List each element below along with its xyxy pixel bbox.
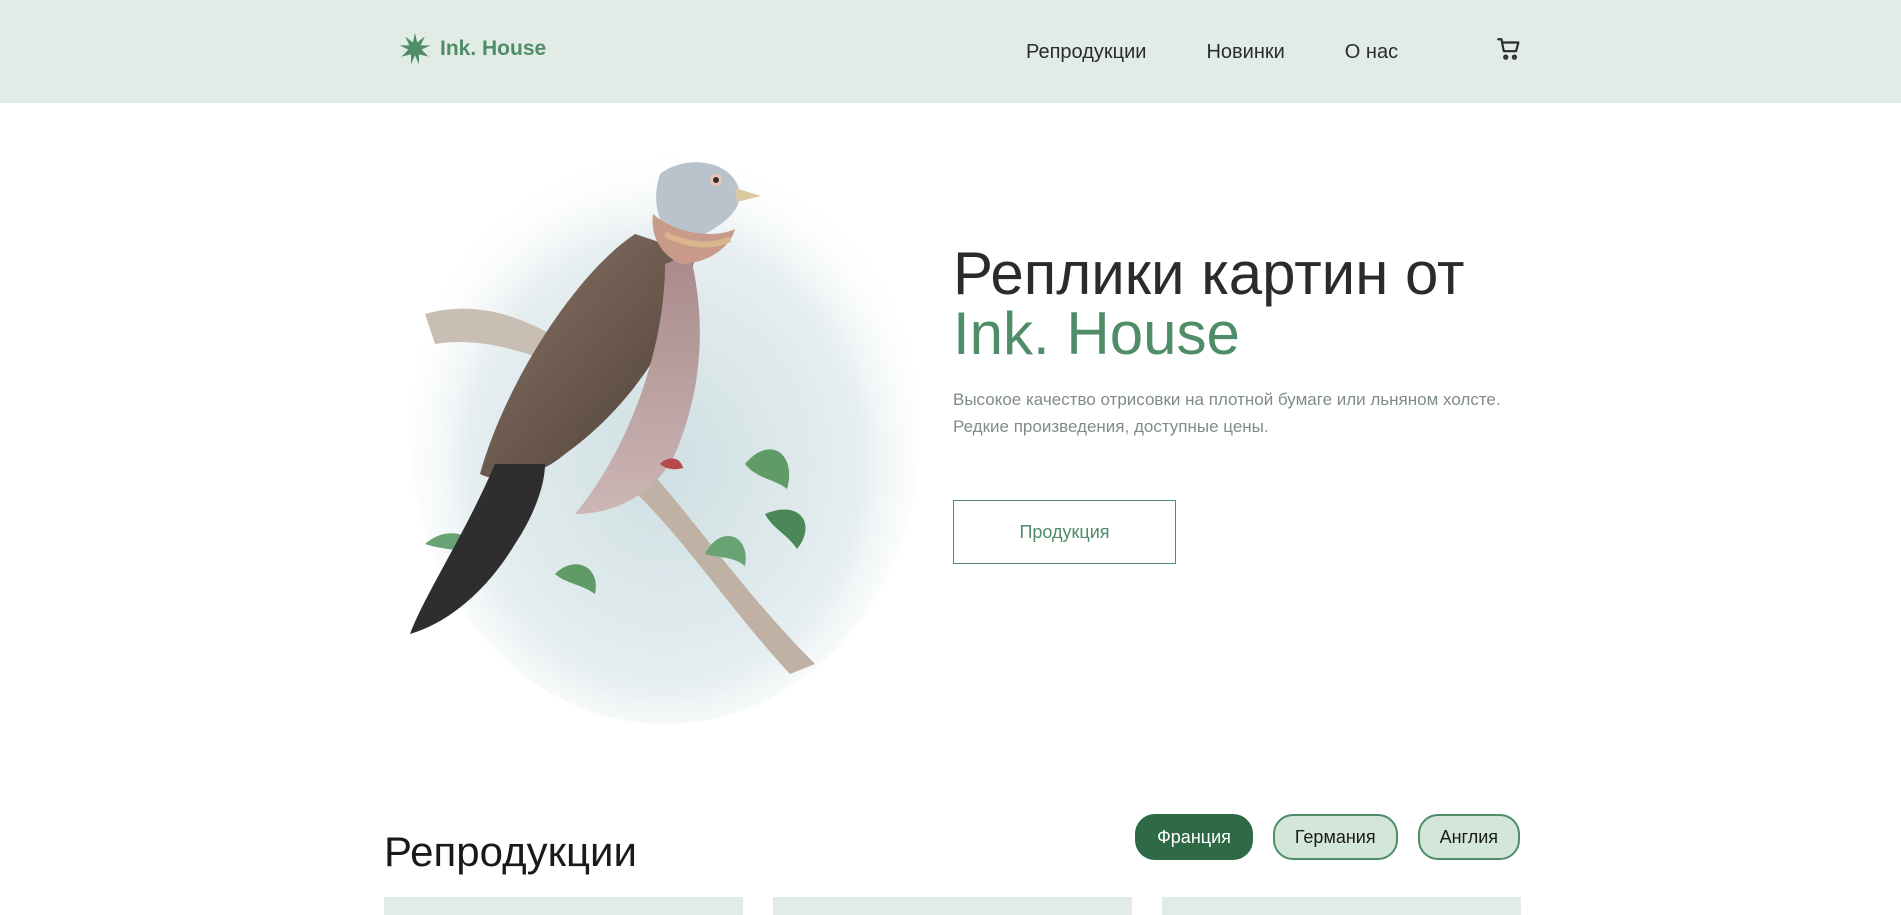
- hero-title-brand: Ink. House: [953, 300, 1240, 367]
- product-card[interactable]: [1162, 897, 1521, 915]
- reproductions-title: Репродукции: [384, 828, 637, 875]
- filter-england[interactable]: Англия: [1417, 814, 1520, 860]
- logo-link[interactable]: Ink. House: [398, 32, 546, 66]
- nav-item-new[interactable]: Новинки: [1206, 40, 1284, 64]
- nav-item-reproductions[interactable]: Репродукции: [1026, 40, 1146, 64]
- products-button[interactable]: Продукция: [953, 500, 1176, 564]
- cart-icon[interactable]: [1496, 36, 1522, 62]
- hero-title: Реплики картин от Ink. House: [953, 244, 1465, 364]
- filter-france[interactable]: Франция: [1135, 814, 1253, 860]
- site-header: Ink. House Репродукции Новинки О нас: [0, 0, 1901, 103]
- filter-germany[interactable]: Германия: [1272, 814, 1398, 860]
- nav-item-about[interactable]: О нас: [1345, 40, 1398, 64]
- logo-text: Ink. House: [440, 37, 547, 60]
- starburst-logo-icon: [399, 33, 431, 65]
- country-filters: Франция Германия Англия: [1135, 814, 1520, 860]
- product-card[interactable]: [384, 897, 743, 915]
- main-nav: Репродукции Новинки О нас: [1026, 40, 1398, 64]
- product-card[interactable]: [773, 897, 1132, 915]
- hero-description: Высокое качество отрисовки на плотной бу…: [953, 390, 1501, 436]
- hero-bird-illustration: [405, 104, 925, 724]
- hero-title-line1: Реплики картин от: [953, 240, 1465, 307]
